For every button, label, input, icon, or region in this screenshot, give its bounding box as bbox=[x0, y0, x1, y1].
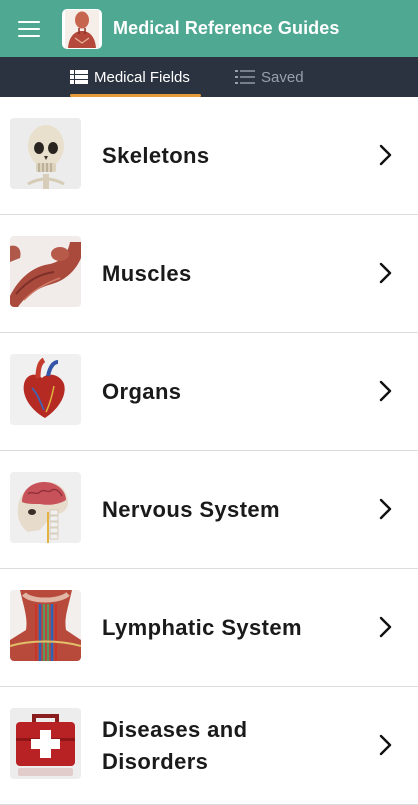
list-item-label: Organs bbox=[102, 378, 182, 404]
brain-spine-image bbox=[10, 472, 81, 543]
tab-saved[interactable]: Saved bbox=[235, 57, 304, 97]
grid-list-icon bbox=[70, 70, 88, 84]
list-item-label: Nervous System bbox=[102, 496, 281, 522]
list-item-diseases-and-disorders[interactable]: Diseases and Disorders bbox=[0, 687, 418, 805]
list-item-label: Muscles bbox=[102, 260, 192, 286]
app-bar: Medical Reference Guides bbox=[0, 0, 418, 57]
list-item-organs[interactable]: Organs bbox=[0, 333, 418, 451]
tab-label: Medical Fields bbox=[94, 68, 190, 86]
arm-muscle-image bbox=[10, 236, 81, 307]
chevron-right-icon bbox=[379, 616, 392, 638]
list-item-label: Diseases and Disorders bbox=[102, 716, 248, 774]
neck-lymphatic-image bbox=[10, 590, 81, 661]
list-icon bbox=[235, 70, 255, 84]
tab-bar: Medical Fields Saved bbox=[0, 57, 418, 97]
medical-fields-list: Skeletons Muscles Organs Nervous System … bbox=[0, 97, 418, 805]
chevron-right-icon bbox=[379, 498, 392, 520]
chevron-right-icon bbox=[379, 380, 392, 402]
chevron-right-icon bbox=[379, 262, 392, 284]
anatomy-figure-logo bbox=[62, 8, 102, 49]
app-title: Medical Reference Guides bbox=[113, 18, 340, 38]
tab-medical-fields[interactable]: Medical Fields bbox=[70, 57, 201, 97]
chevron-right-icon bbox=[379, 734, 392, 756]
list-item-skeletons[interactable]: Skeletons bbox=[0, 97, 418, 215]
list-item-label: Skeletons bbox=[102, 142, 210, 168]
list-item-label: Lymphatic System bbox=[102, 614, 302, 640]
heart-image bbox=[10, 354, 81, 425]
chevron-right-icon bbox=[379, 144, 392, 166]
list-item-nervous-system[interactable]: Nervous System bbox=[0, 451, 418, 569]
first-aid-kit-image bbox=[10, 708, 81, 779]
skull-image bbox=[10, 118, 81, 189]
tab-label: Saved bbox=[261, 68, 304, 86]
hamburger-menu-icon[interactable] bbox=[18, 20, 40, 37]
list-item-lymphatic-system[interactable]: Lymphatic System bbox=[0, 569, 418, 687]
list-item-muscles[interactable]: Muscles bbox=[0, 215, 418, 333]
